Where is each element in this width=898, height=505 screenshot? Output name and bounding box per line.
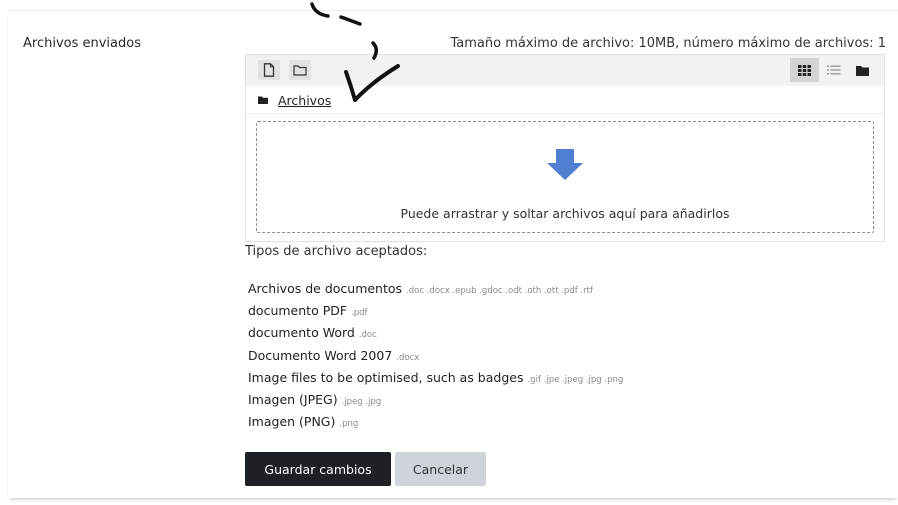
grid-view-button[interactable] [790, 58, 819, 82]
type-extensions: .jpeg .jpg [341, 397, 382, 408]
accepted-types-list: Archivos de documentos .doc .docx .epub .… [248, 279, 623, 434]
type-name: Imagen (JPEG) [248, 392, 338, 408]
list-item: documento Word .doc [248, 323, 623, 345]
list-item: Image files to be optimised, such as bad… [248, 368, 623, 390]
type-extensions: .gif .jpe .jpeg .jpg .png [527, 374, 624, 385]
divider [246, 113, 884, 114]
type-extensions: .doc [358, 330, 377, 341]
save-button[interactable]: Guardar cambios [245, 452, 391, 486]
create-folder-icon [293, 65, 307, 76]
grid-view-icon [798, 64, 811, 76]
type-name: Documento Word 2007 [248, 347, 393, 363]
type-extensions: .pdf [351, 308, 368, 319]
type-name: documento PDF [248, 303, 348, 319]
file-limits-text: Tamaño máximo de archivo: 10MB, número m… [450, 36, 886, 51]
add-file-button[interactable] [258, 60, 280, 80]
drop-instructions: Puede arrastrar y soltar archivos aquí p… [400, 206, 730, 221]
add-file-icon [263, 63, 275, 77]
type-extensions: .docx [396, 352, 420, 363]
type-extensions: .doc .docx .epub .gdoc .odt .oth .ott .p… [406, 286, 593, 296]
accepted-types-title: Tipos de archivo aceptados: [245, 244, 428, 259]
create-folder-button[interactable] [289, 60, 311, 80]
folder-tree-view-icon [856, 65, 869, 76]
drop-zone[interactable]: Puede arrastrar y soltar archivos aquí p… [256, 121, 874, 233]
list-item: Imagen (PNG) .png [248, 412, 623, 434]
view-switcher [790, 58, 878, 82]
type-name: Imagen (PNG) [248, 414, 336, 430]
list-item: documento PDF .pdf [248, 301, 623, 323]
list-item: Archivos de documentos .doc .docx .epub .… [248, 279, 623, 301]
field-label: Archivos enviados [23, 36, 141, 51]
list-item: Documento Word 2007 .docx [248, 346, 623, 368]
breadcrumb-link-archivos[interactable]: Archivos [278, 93, 331, 108]
list-item: Imagen (JPEG) .jpeg .jpg [248, 390, 623, 412]
type-name: Image files to be optimised, such as bad… [248, 369, 524, 385]
type-name: Archivos de documentos [248, 281, 403, 296]
type-extensions: .png [339, 419, 359, 430]
down-arrow-icon [547, 149, 583, 180]
file-manager-toolbar [246, 55, 884, 86]
list-view-button[interactable] [819, 58, 848, 82]
file-manager: Archivos Puede arrastrar y soltar archiv… [245, 54, 885, 242]
type-name: documento Word [248, 325, 355, 341]
folder-tree-view-button[interactable] [848, 58, 877, 82]
list-view-icon [826, 65, 840, 75]
cancel-button[interactable]: Cancelar [395, 452, 486, 486]
breadcrumb: Archivos [258, 91, 331, 109]
folder-icon [258, 96, 268, 104]
